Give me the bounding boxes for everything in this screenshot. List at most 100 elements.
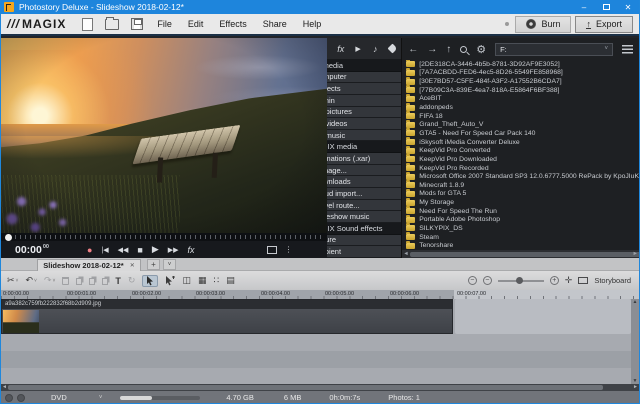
- split-button[interactable]: ◫: [182, 275, 191, 286]
- folder-row[interactable]: [30E7BD57-C5FE-484f-A3F2-A17552B6CDA7]: [406, 77, 639, 86]
- folder-row[interactable]: KeepVid Pro Downloaded: [406, 155, 639, 164]
- tab-music[interactable]: ♪: [367, 38, 384, 59]
- fast-forward-button[interactable]: ▶▶: [168, 246, 179, 254]
- play-button[interactable]: ▶: [152, 244, 159, 255]
- paste-button[interactable]: [102, 276, 108, 285]
- fit-view-icon[interactable]: ✛: [565, 275, 573, 286]
- folder-row[interactable]: KeepVid Pro Recorded: [406, 164, 639, 173]
- menu-share[interactable]: Share: [255, 19, 295, 29]
- select-tool-button[interactable]: [142, 275, 158, 287]
- folder-row[interactable]: Steam: [406, 233, 639, 242]
- zoom-slider[interactable]: [498, 280, 544, 282]
- export-button[interactable]: ↑Export: [575, 16, 633, 33]
- menu-file[interactable]: File: [149, 19, 180, 29]
- zoom-out-vertical-button[interactable]: −: [468, 276, 477, 285]
- path-dropdown[interactable]: F:˅: [495, 43, 613, 56]
- stop-button[interactable]: ■: [137, 245, 142, 255]
- menu-effects[interactable]: Effects: [211, 19, 254, 29]
- tab-close-icon[interactable]: ✕: [130, 262, 135, 269]
- search-icon[interactable]: [460, 46, 467, 53]
- zoom-in-button[interactable]: +: [550, 276, 559, 285]
- redo-button[interactable]: ↷˅: [44, 275, 55, 286]
- scroll-left-icon[interactable]: ◄: [403, 250, 408, 258]
- slideshow-tab[interactable]: Slideshow 2018-02-12*✕: [37, 259, 141, 271]
- timeline-clip[interactable]: a9a382c759fb222832f68b2d909.jpg: [1, 299, 453, 334]
- skip-start-button[interactable]: |◀: [101, 246, 108, 254]
- preview-menu-icon[interactable]: ⋮: [285, 245, 293, 254]
- timeline-ruler[interactable]: 0:00:00.00 00:00:01.00 00:00:02.00 00:00…: [1, 290, 639, 299]
- tab-effects[interactable]: fx: [332, 38, 349, 59]
- rotate-button[interactable]: ↻: [128, 275, 136, 286]
- scroll-right-icon[interactable]: ►: [633, 384, 638, 391]
- chevron-down-icon[interactable]: ˅: [34, 278, 37, 284]
- folder-row[interactable]: Microsoft Office 2007 Standard SP3 12.0.…: [406, 172, 639, 181]
- folder-row[interactable]: [77B09C3A-839E-4ea7-818A-E5864F6BF388]: [406, 86, 639, 95]
- burn-button[interactable]: Burn: [515, 16, 571, 33]
- cut-button[interactable]: ✂˅: [7, 275, 18, 286]
- file-browser-hscrollbar[interactable]: ◄ ►: [402, 250, 639, 258]
- tab-menu-button[interactable]: ˅: [163, 259, 176, 270]
- folder-row[interactable]: AceBIT: [406, 95, 639, 104]
- chevron-down-icon[interactable]: ˅: [99, 395, 103, 401]
- folder-row[interactable]: FIFA 18: [406, 112, 639, 121]
- folder-row[interactable]: Portable Adobe Photoshop: [406, 216, 639, 225]
- duplicate-button[interactable]: [89, 276, 95, 285]
- folder-row[interactable]: [2DE318CA-3446-4b5b-8781-3D92AF9E3052]: [406, 60, 639, 69]
- new-project-icon[interactable]: [82, 18, 93, 31]
- copy-button[interactable]: [76, 276, 82, 285]
- object-select-button[interactable]: [165, 276, 175, 286]
- timeline-hscrollbar[interactable]: ◄ ►: [1, 384, 639, 391]
- folder-row[interactable]: KeepVid Pro Converted: [406, 146, 639, 155]
- range-button[interactable]: ∷: [213, 275, 219, 286]
- open-project-icon[interactable]: [105, 19, 119, 30]
- rewind-button[interactable]: ◀◀: [118, 246, 129, 254]
- add-tab-button[interactable]: +: [147, 259, 160, 270]
- timeline-hscroll-thumb[interactable]: [8, 385, 603, 390]
- tab-transitions[interactable]: ▶: [349, 38, 366, 59]
- up-icon[interactable]: ↑: [446, 44, 451, 55]
- fullscreen-icon[interactable]: [267, 246, 277, 254]
- storyboard-mode-button[interactable]: Storyboard: [594, 276, 631, 285]
- close-button[interactable]: ✕: [617, 0, 639, 14]
- delete-button[interactable]: [62, 277, 69, 285]
- tracks-vscrollbar[interactable]: ▲ ▼: [631, 299, 639, 384]
- folder-row[interactable]: Grand_Theft_Auto_V: [406, 120, 639, 129]
- back-icon[interactable]: ←: [408, 44, 418, 55]
- maximize-button[interactable]: [595, 0, 617, 14]
- folder-row[interactable]: SILKYPIX_DS: [406, 224, 639, 233]
- forward-icon[interactable]: →: [427, 44, 437, 55]
- save-project-icon[interactable]: [131, 18, 143, 30]
- list-view-icon[interactable]: [622, 45, 633, 54]
- target-medium-selector[interactable]: DVD: [51, 393, 67, 402]
- chevron-down-icon[interactable]: ˅: [16, 278, 19, 284]
- menu-edit[interactable]: Edit: [180, 19, 212, 29]
- zoom-slider-thumb[interactable]: [516, 277, 523, 284]
- undo-button[interactable]: ↶˅: [25, 275, 36, 286]
- folder-row[interactable]: Minecraft 1.8.9: [406, 181, 639, 190]
- hscroll-thumb[interactable]: [410, 252, 640, 257]
- zoom-out-button[interactable]: −: [483, 276, 492, 285]
- folder-row[interactable]: addonpeds: [406, 103, 639, 112]
- grid-view-button[interactable]: ▦: [198, 275, 207, 286]
- tab-tags[interactable]: [384, 38, 401, 59]
- folder-row[interactable]: Tenorshare: [406, 241, 639, 250]
- scrubber-playhead[interactable]: [5, 234, 12, 241]
- scroll-up-icon[interactable]: ▲: [633, 299, 638, 305]
- folder-row[interactable]: GTA5 - Need For Speed Car Pack 140: [406, 129, 639, 138]
- folder-row[interactable]: Need For Speed The Run: [406, 207, 639, 216]
- menu-help[interactable]: Help: [295, 19, 330, 29]
- title-tool-button[interactable]: T: [115, 276, 121, 286]
- scroll-left-icon[interactable]: ◄: [2, 384, 7, 391]
- minimize-button[interactable]: –: [573, 0, 595, 14]
- scroll-right-icon[interactable]: ►: [633, 250, 638, 258]
- folder-row[interactable]: iSkysoft iMedia Converter Deluxe: [406, 138, 639, 147]
- gear-icon[interactable]: ⚙: [476, 43, 486, 56]
- preview-fx-button[interactable]: fx: [188, 245, 195, 255]
- preview-scrubber[interactable]: [1, 233, 327, 241]
- monitor-icon[interactable]: [578, 277, 588, 284]
- record-button[interactable]: ●: [87, 245, 92, 255]
- folder-row[interactable]: [7A7ACBDD-FED6-4ec5-8D26-5549FE858968]: [406, 69, 639, 78]
- folder-row[interactable]: Mods for GTA 5: [406, 190, 639, 199]
- folder-row[interactable]: My Storage: [406, 198, 639, 207]
- tracks-view-button[interactable]: ▤: [226, 275, 235, 286]
